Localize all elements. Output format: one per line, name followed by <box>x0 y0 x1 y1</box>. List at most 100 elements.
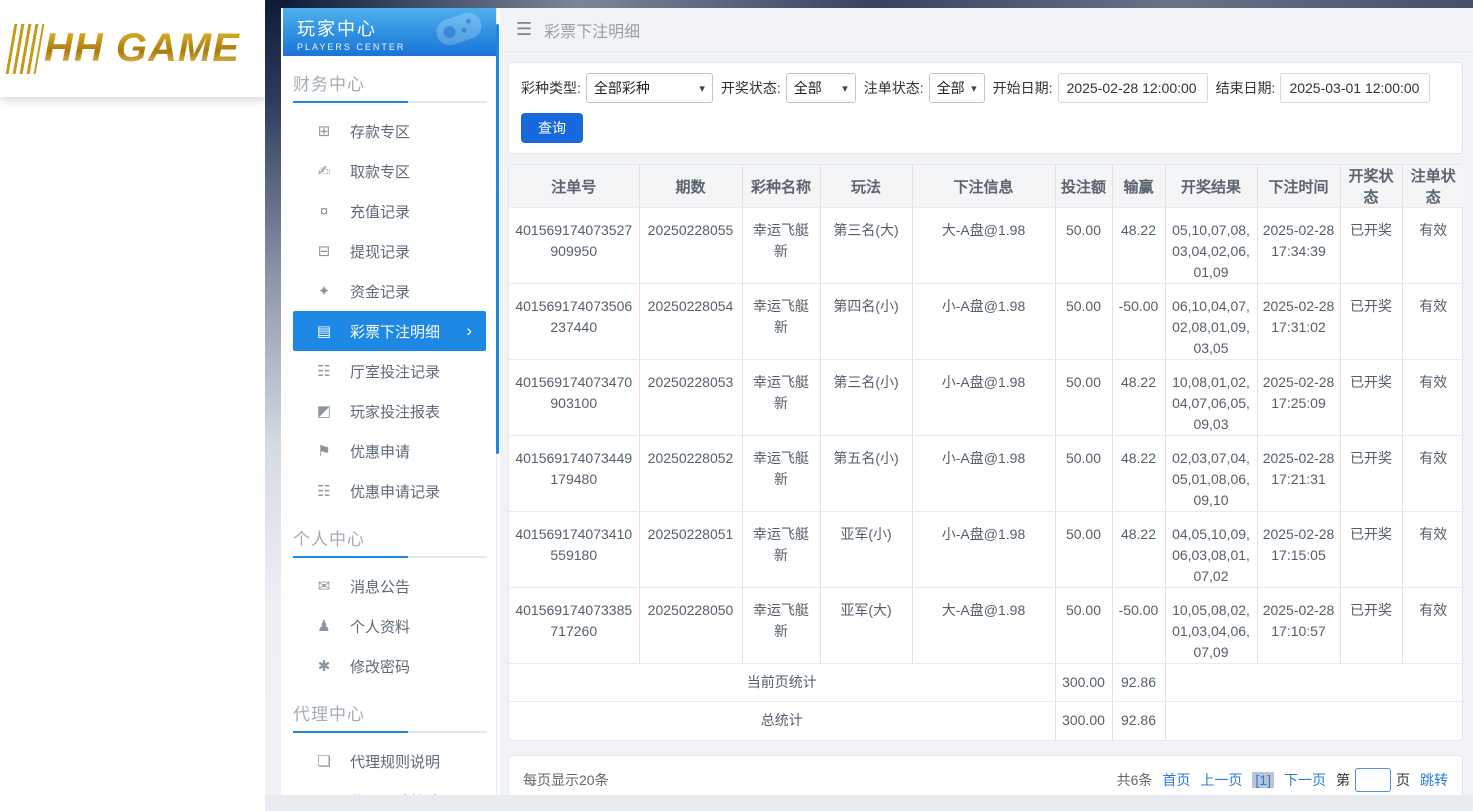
table-cell: 05,10,07,08,03,04,02,06,01,09 <box>1165 207 1258 284</box>
order-status-select[interactable]: 全部 ▾ <box>928 73 985 103</box>
prev-page-link[interactable]: 上一页 <box>1200 770 1242 790</box>
summary-label: 当前页统计 <box>509 663 1056 702</box>
table-cell: 有效 <box>1402 359 1464 436</box>
draw-status-select[interactable]: 全部 ▾ <box>785 73 856 103</box>
table-cell: 20250228052 <box>639 435 743 512</box>
deposit-card-icon: ⊞ <box>317 123 331 140</box>
sidebar-item-label: 取款专区 <box>350 163 411 181</box>
table-cell: 幸运飞艇新 <box>742 283 821 360</box>
bell-icon: ✉ <box>317 578 331 595</box>
sidebar-item-withdrawal-record[interactable]: ⊟ 提现记录 <box>281 231 496 271</box>
next-page-link[interactable]: 下一页 <box>1284 770 1326 790</box>
table-cell: 已开奖 <box>1340 359 1403 436</box>
sidebar-item-label: 充值记录 <box>350 203 411 221</box>
column-header: 注单状态 <box>1402 165 1464 208</box>
sidebar-item-label: 代理规则说明 <box>350 753 441 771</box>
table-cell: 亚军(小) <box>820 511 913 588</box>
total-count: 共6条 <box>1116 771 1153 788</box>
sidebar-item-promo-apply[interactable]: ⚑ 优惠申请 <box>281 431 496 471</box>
recharge-moneybag-icon: ¤ <box>319 202 329 220</box>
table-cell: 06,10,04,07,02,08,01,09,03,05 <box>1165 283 1258 360</box>
sidebar-item-label: 玩家投注报表 <box>350 403 441 421</box>
column-header: 输赢 <box>1112 165 1166 208</box>
table-cell: 2025-02-28 17:31:02 <box>1257 283 1341 360</box>
table-cell: 第三名(小) <box>820 359 913 436</box>
table-cell: -50.00 <box>1112 587 1166 664</box>
sidebar-item-deposit-card[interactable]: ⊞ 存款专区 <box>281 111 496 151</box>
jump-button[interactable]: 跳转 <box>1420 770 1448 790</box>
withdraw-hand-icon: ✍ <box>317 163 331 180</box>
sidebar-item-user[interactable]: ♟ 个人资料 <box>281 606 496 646</box>
start-date-input[interactable] <box>1057 73 1208 103</box>
summary-row: 当前页统计 300.00 92.86 <box>509 663 1464 702</box>
table-cell: 401569174073449179480 <box>509 435 640 512</box>
top-dark-strip <box>281 0 1473 8</box>
table-cell: 20250228055 <box>639 207 743 284</box>
sidebar-item-player-report[interactable]: ◩ 玩家投注报表 <box>281 391 496 431</box>
table-cell: 48.22 <box>1112 207 1166 284</box>
table-cell: 已开奖 <box>1340 435 1403 512</box>
sidebar-item-promo-record[interactable]: ☷ 优惠申请记录 <box>281 471 496 511</box>
page-size-text: 每页显示20条 <box>523 771 609 788</box>
table-cell: 小-A盘@1.98 <box>912 435 1056 512</box>
table-cell: 有效 <box>1402 283 1464 360</box>
sidebar-item-agent-rules-doc[interactable]: ❏ 代理规则说明 <box>281 741 496 781</box>
brand-panel: HH GAME <box>0 0 265 811</box>
sidebar-item-funds-record[interactable]: ✦ 资金记录 <box>281 271 496 311</box>
sidebar-item-gear[interactable]: ✱ 修改密码 <box>281 646 496 686</box>
end-date-input[interactable] <box>1280 73 1431 103</box>
sidebar-header: 玩家中心 PLAYERS CENTER <box>283 8 496 56</box>
column-header: 投注额 <box>1055 165 1113 208</box>
bottom-strip <box>265 795 1473 811</box>
user-icon: ♟ <box>317 618 331 635</box>
column-header: 开奖状态 <box>1340 165 1403 208</box>
table-cell: 幸运飞艇新 <box>742 359 821 436</box>
query-button[interactable]: 查询 <box>521 113 583 143</box>
table-cell: 20250228053 <box>639 359 743 436</box>
chevron-down-icon: ▾ <box>699 82 705 95</box>
sidebar-item-hall-bet-record[interactable]: ☷ 厅室投注记录 <box>281 351 496 391</box>
table-cell: 20250228050 <box>639 587 743 664</box>
sidebar-scrollbar[interactable] <box>496 24 499 454</box>
sidebar-item-recharge-moneybag[interactable]: ¤ 充值记录 <box>281 191 496 231</box>
hamburger-icon[interactable]: ☰ <box>516 19 532 40</box>
table-cell: 50.00 <box>1055 359 1113 436</box>
column-header: 注单号 <box>509 165 640 208</box>
table-cell: 2025-02-28 17:34:39 <box>1257 207 1341 284</box>
summary-empty <box>1165 663 1464 702</box>
player-report-icon: ◩ <box>316 403 332 420</box>
summary-empty <box>1165 702 1464 740</box>
summary-row: 总统计 300.00 92.86 <box>509 701 1464 740</box>
sidebar-item-lottery-bet-detail[interactable]: ▤ 彩票下注明细 › <box>293 311 486 351</box>
table-row: 401569174073527909950 20250228055 幸运飞艇新 第三名… <box>509 207 1464 284</box>
sidebar-sections: 财务中心 ⊞ 存款专区 ✍ 取款专区 ¤ 充值记录 ⊟ 提现记录 ✦ 资金记录 ▤ 彩票下注明细 › ☷ 厅室… <box>281 70 496 811</box>
sidebar-item-label: 资金记录 <box>350 283 411 301</box>
end-date-label: 结束日期: <box>1215 80 1276 96</box>
table-cell: 50.00 <box>1055 207 1113 284</box>
withdrawal-record-icon: ⊟ <box>317 243 331 260</box>
lottery-bet-detail-icon: ▤ <box>316 323 332 340</box>
current-page[interactable]: [1] <box>1252 771 1274 788</box>
table-row: 401569174073410559180 20250228051 幸运飞艇新 亚军(… <box>509 511 1464 588</box>
sidebar: 玩家中心 PLAYERS CENTER 财务中心 ⊞ 存款专区 ✍ 取款专区 ¤ 充值记录 ⊟… <box>281 8 497 811</box>
table-cell: 小-A盘@1.98 <box>912 283 1056 360</box>
table-cell: 第五名(小) <box>820 435 913 512</box>
table-cell: 50.00 <box>1055 587 1113 664</box>
column-header: 开奖结果 <box>1165 165 1258 208</box>
table-header-row: 注单号 期数 彩种名称 玩法 下注信息 投注额 输赢 开奖结果 下注时间 开奖状态 注单状态 <box>509 165 1464 208</box>
page-jump-input[interactable] <box>1355 767 1391 792</box>
page: HH GAME 玩家中心 PLAYERS CENTER 财务中心 ⊞ 存款专区 ✍ 取款… <box>0 0 1473 811</box>
lottery-type-select[interactable]: 全部彩种 ▾ <box>585 73 713 103</box>
first-page-link[interactable]: 首页 <box>1162 770 1190 790</box>
table-cell: 幸运飞艇新 <box>742 511 821 588</box>
table-row: 401569174073506237440 20250228054 幸运飞艇新 第四名… <box>509 283 1464 360</box>
sidebar-subtitle: PLAYERS CENTER <box>297 42 406 52</box>
section-divider <box>293 101 487 103</box>
sidebar-item-withdraw-hand[interactable]: ✍ 取款专区 <box>281 151 496 191</box>
sidebar-item-bell[interactable]: ✉ 消息公告 <box>281 566 496 606</box>
table-cell: 第四名(小) <box>820 283 913 360</box>
summary-bet-total: 300.00 <box>1055 663 1113 702</box>
sidebar-item-label: 存款专区 <box>350 123 411 141</box>
table-cell: 48.22 <box>1112 511 1166 588</box>
order-status-label: 注单状态: <box>863 80 924 96</box>
